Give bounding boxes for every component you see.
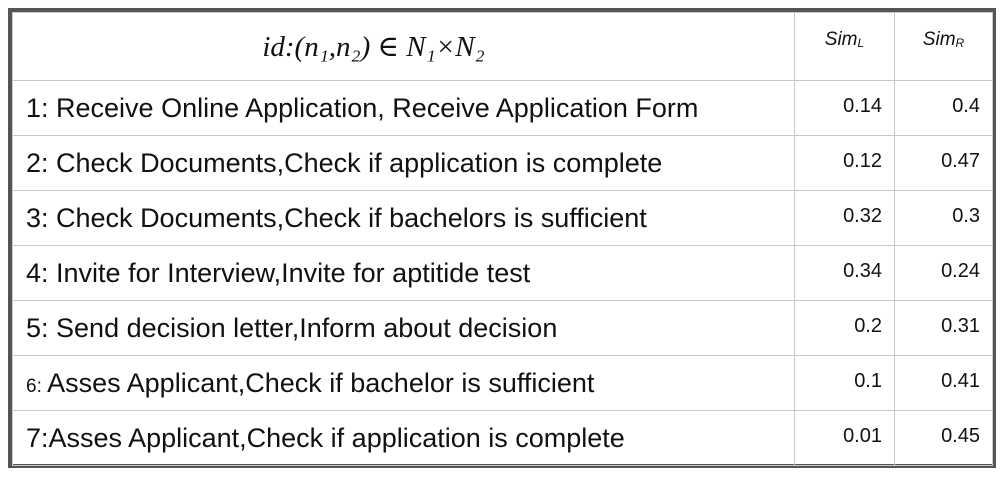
- row-pair-text: Receive Online Application, Receive Appl…: [56, 92, 699, 123]
- row-sim-l: 0.2: [794, 300, 895, 356]
- row-pair-text: Check Documents,Check if bachelors is su…: [56, 202, 647, 233]
- similarity-table-frame: id:(n₁,n₂) ∈ N₁×N₂ SimL SimR 1: Receive …: [8, 8, 996, 468]
- row-sim-r: 0.3: [894, 190, 993, 246]
- row-pair-description: 6: Asses Applicant,Check if bachelor is …: [12, 355, 795, 411]
- table-row: 3: Check Documents,Check if bachelors is…: [12, 190, 993, 246]
- row-id: 1:: [26, 92, 57, 123]
- row-sim-r: 0.24: [894, 245, 993, 301]
- row-pair-description: 4: Invite for Interview,Invite for aptit…: [12, 245, 795, 301]
- header-sim-l-sub: L: [857, 36, 865, 50]
- row-id: 6:: [26, 375, 48, 397]
- row-id: 7:: [26, 422, 49, 453]
- table-row: 4: Invite for Interview,Invite for aptit…: [12, 245, 993, 301]
- table-row: 1: Receive Online Application, Receive A…: [12, 80, 993, 136]
- row-id: 2:: [26, 147, 57, 178]
- row-pair-description: 3: Check Documents,Check if bachelors is…: [12, 190, 795, 246]
- row-sim-r: 0.47: [894, 135, 993, 191]
- header-sim-r-sub: R: [955, 36, 965, 50]
- row-sim-l: 0.1: [794, 355, 895, 411]
- row-pair-text: Invite for Interview,Invite for aptitide…: [56, 257, 531, 288]
- table-row: 5: Send decision letter,Inform about dec…: [12, 300, 993, 356]
- header-sim-l: SimL: [794, 12, 895, 81]
- table-row: 7:Asses Applicant,Check if application i…: [12, 410, 993, 466]
- row-id: 3:: [26, 202, 57, 233]
- row-pair-text: Check Documents,Check if application is …: [56, 147, 663, 178]
- row-sim-l: 0.34: [794, 245, 895, 301]
- row-pair-description: 5: Send decision letter,Inform about dec…: [12, 300, 795, 356]
- row-sim-l: 0.01: [794, 410, 895, 466]
- header-sim-r: SimR: [894, 12, 993, 81]
- table-row: 6: Asses Applicant,Check if bachelor is …: [12, 355, 993, 411]
- table-header-row: id:(n₁,n₂) ∈ N₁×N₂ SimL SimR: [12, 12, 993, 81]
- row-sim-l: 0.14: [794, 80, 895, 136]
- row-pair-description: 1: Receive Online Application, Receive A…: [12, 80, 795, 136]
- row-pair-description: 2: Check Documents,Check if application …: [12, 135, 795, 191]
- row-id: 5:: [26, 312, 57, 343]
- row-pair-text: Asses Applicant,Check if bachelor is suf…: [47, 367, 595, 398]
- row-sim-r: 0.31: [894, 300, 993, 356]
- header-sim-r-main: Sim: [922, 29, 956, 50]
- header-sim-l-main: Sim: [824, 29, 858, 50]
- row-pair-text: Asses Applicant,Check if application is …: [48, 422, 625, 453]
- row-pair-text: Send decision letter,Inform about decisi…: [56, 312, 558, 343]
- header-id-pair: id:(n₁,n₂) ∈ N₁×N₂: [12, 12, 795, 81]
- row-pair-description: 7:Asses Applicant,Check if application i…: [12, 410, 795, 466]
- table-row: 2: Check Documents,Check if application …: [12, 135, 993, 191]
- row-sim-r: 0.45: [894, 410, 993, 466]
- row-sim-r: 0.4: [894, 80, 993, 136]
- similarity-table: id:(n₁,n₂) ∈ N₁×N₂ SimL SimR 1: Receive …: [12, 12, 993, 466]
- row-sim-r: 0.41: [894, 355, 993, 411]
- row-sim-l: 0.12: [794, 135, 895, 191]
- row-id: 4:: [26, 257, 57, 288]
- row-sim-l: 0.32: [794, 190, 895, 246]
